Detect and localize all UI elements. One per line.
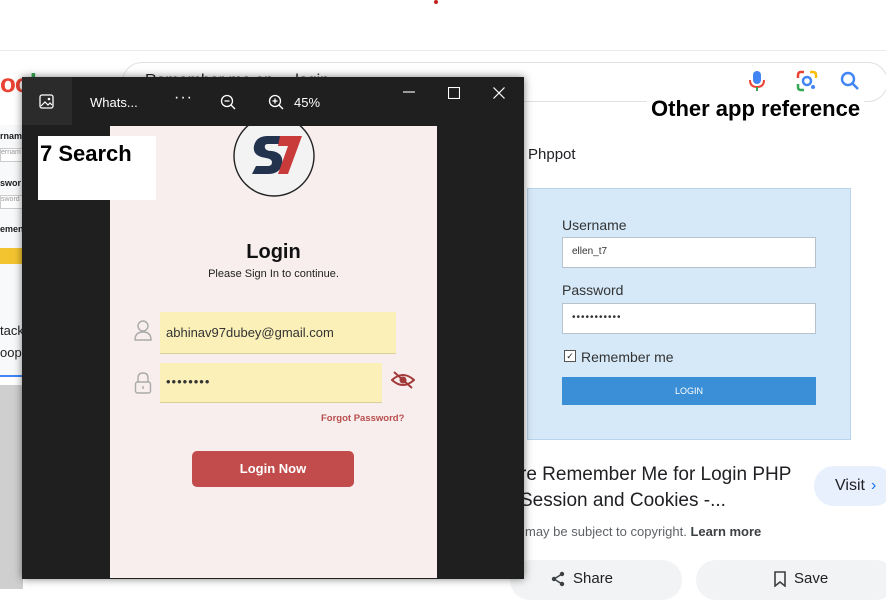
ref-password-label: Password xyxy=(562,282,624,298)
zoom-out-icon[interactable] xyxy=(220,94,236,110)
zoom-level[interactable]: 45% xyxy=(294,95,320,110)
divider xyxy=(0,50,886,51)
more-options-icon[interactable]: ··· xyxy=(174,89,193,107)
visit-button[interactable]: Visit › xyxy=(814,466,886,506)
google-lens-icon[interactable] xyxy=(796,70,818,92)
maximize-icon[interactable] xyxy=(448,87,460,99)
strip-label: rnam xyxy=(0,131,23,141)
login-now-button: Login Now xyxy=(192,451,354,487)
strip-text: tack xyxy=(0,323,24,338)
eye-off-icon xyxy=(391,371,415,389)
forgot-password-link: Forgot Password? xyxy=(321,413,405,424)
login-heading: Login xyxy=(246,241,301,263)
result-title[interactable]: re Remember Me for Login PHP Session and… xyxy=(520,462,810,514)
strip-field: sword xyxy=(0,195,24,209)
minimize-icon[interactable] xyxy=(402,85,416,99)
password-field: •••••••• xyxy=(160,363,382,403)
viewer-file-title[interactable]: Whats... xyxy=(90,95,138,110)
page-indicator-dot xyxy=(434,0,438,4)
background-panel xyxy=(0,385,23,589)
zoom-in-icon[interactable] xyxy=(268,94,284,110)
strip-label: swor xyxy=(0,178,22,188)
share-button[interactable]: Share xyxy=(510,560,682,600)
save-label: Save xyxy=(794,570,829,587)
annotation-label: 7 Search xyxy=(38,136,156,200)
ref-password-field: ••••••••••• xyxy=(562,303,816,334)
s7-logo-icon xyxy=(233,126,315,197)
viewer-gallery-button[interactable] xyxy=(22,77,72,125)
save-button[interactable]: Save xyxy=(696,560,886,600)
share-label: Share xyxy=(573,570,614,587)
chevron-right-icon: › xyxy=(870,477,877,494)
share-icon xyxy=(551,571,565,587)
user-icon xyxy=(134,320,152,341)
ref-checkbox: ✓ xyxy=(564,350,576,362)
viewed-image: Login Please Sign In to continue. abhina… xyxy=(110,126,437,578)
image-icon xyxy=(39,94,54,109)
copyright-notice: may be subject to copyright. Learn more xyxy=(525,524,762,539)
search-icon[interactable] xyxy=(840,71,860,91)
close-icon[interactable] xyxy=(493,87,505,99)
annotation-label: Other app reference xyxy=(647,96,865,122)
email-field: abhinav97dubey@gmail.com xyxy=(160,312,396,354)
divider xyxy=(0,375,23,377)
microphone-icon[interactable] xyxy=(748,70,766,92)
learn-more-link[interactable]: Learn more xyxy=(690,524,761,539)
strip-text: oop xyxy=(0,345,22,360)
bookmark-icon xyxy=(774,571,786,587)
ref-login-button: LOGIN xyxy=(562,377,816,405)
result-source[interactable]: Phppot xyxy=(528,146,576,163)
ref-remember-label: Remember me xyxy=(581,349,674,365)
ref-username-field: ellen_t7 xyxy=(562,237,816,268)
ref-username-label: Username xyxy=(562,217,627,233)
login-subheading: Please Sign In to continue. xyxy=(208,268,339,280)
strip-button xyxy=(0,248,22,264)
lock-icon xyxy=(134,372,152,394)
strip-label: emen xyxy=(0,224,24,234)
strip-field: ernam xyxy=(0,148,24,162)
